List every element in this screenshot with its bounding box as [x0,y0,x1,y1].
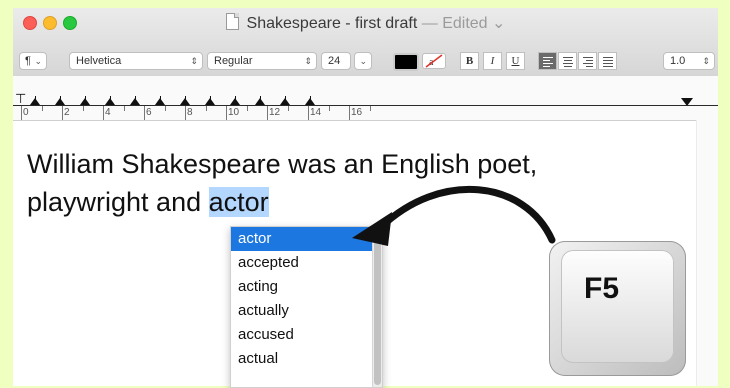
f5-key-label: F5 [584,272,620,305]
page-background: Shakespeare - first draft — Edited ⌄ ¶ ⌄… [0,0,730,388]
f5-key-face: F5 [561,250,674,363]
f5-key-graphic: F5 [549,241,686,376]
